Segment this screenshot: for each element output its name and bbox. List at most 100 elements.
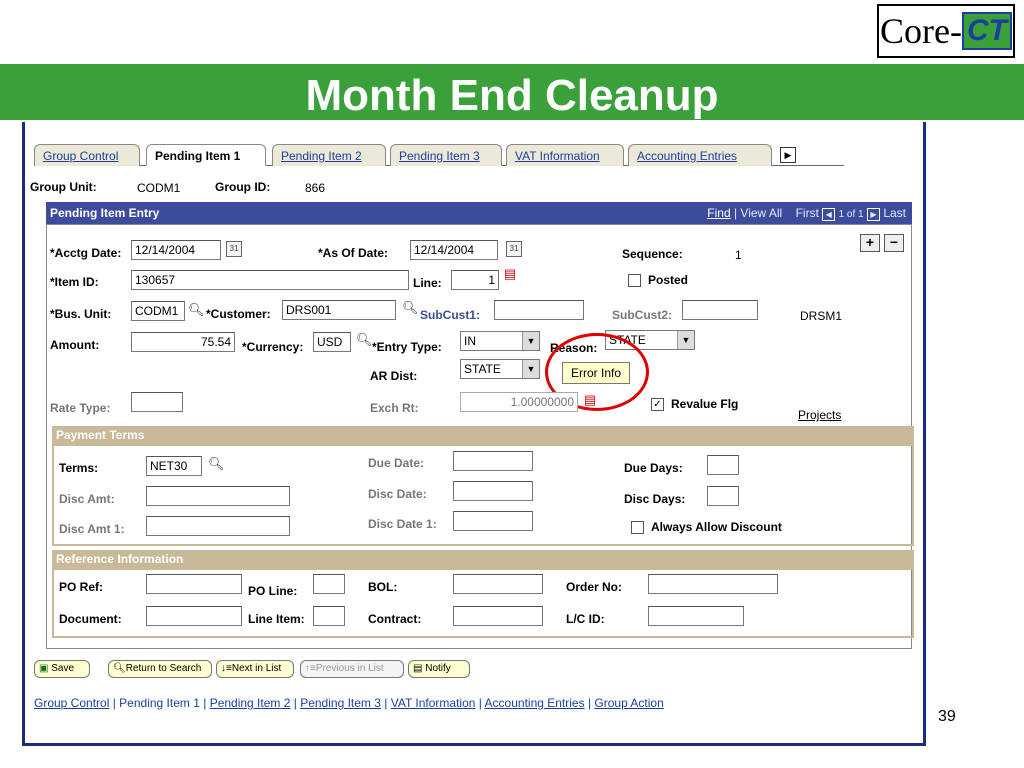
save-icon: ▣ xyxy=(39,663,49,674)
terms-lookup-icon[interactable]: 🔍︎ xyxy=(208,456,225,472)
disc-days-input[interactable] xyxy=(707,486,739,506)
po-line-label: PO Line: xyxy=(248,584,298,598)
footer-link-group-control[interactable]: Group Control xyxy=(34,696,109,710)
prev-arrow-icon[interactable]: ◀ xyxy=(822,208,836,221)
tab-pending-item-3[interactable]: Pending Item 3 xyxy=(390,144,502,166)
sequence-value: 1 xyxy=(735,248,742,262)
acctg-date-label: *Acctg Date: xyxy=(50,246,122,260)
lc-id-label: L/C ID: xyxy=(566,612,605,626)
projects-link[interactable]: Projects xyxy=(798,406,841,424)
rate-type-input[interactable] xyxy=(131,392,183,412)
line-label: Line: xyxy=(413,276,442,290)
acctg-date-calendar-icon[interactable]: 31 xyxy=(226,241,242,257)
disc-amt-input[interactable] xyxy=(146,486,290,506)
disc-days-label: Disc Days: xyxy=(624,492,686,506)
tab-pending-item-2[interactable]: Pending Item 2 xyxy=(272,144,386,166)
customer-input[interactable]: DRS001 xyxy=(282,300,396,320)
item-id-label: *Item ID: xyxy=(50,275,99,289)
order-no-input[interactable] xyxy=(648,574,778,594)
bus-unit-lookup-icon[interactable]: 🔍︎ xyxy=(188,302,205,318)
footer-link-accounting-entries[interactable]: Accounting Entries xyxy=(485,696,585,710)
revalue-label: Revalue Flg xyxy=(671,397,739,411)
document-label: Document: xyxy=(59,612,122,626)
item-id-input[interactable]: 130657 xyxy=(131,270,409,290)
pending-item-entry-header: Pending Item Entry Find | View All First… xyxy=(46,202,912,224)
last-label[interactable]: Last xyxy=(883,206,906,220)
notify-button[interactable]: ▤ Notify xyxy=(408,660,470,678)
tab-group-control[interactable]: Group Control xyxy=(34,144,140,166)
subcust2-label: SubCust2: xyxy=(612,308,672,322)
notify-icon: ▤ xyxy=(413,663,423,674)
save-button[interactable]: ▣ Save xyxy=(34,660,90,678)
disc-date-input[interactable] xyxy=(453,481,533,501)
line-input[interactable]: 1 xyxy=(451,270,499,290)
entry-type-select[interactable]: IN ▼ xyxy=(460,331,540,351)
currency-input[interactable]: USD xyxy=(313,332,351,352)
due-days-label: Due Days: xyxy=(624,461,683,475)
ar-dist-select[interactable]: STATE ▼ xyxy=(460,359,540,379)
line-detail-icon[interactable]: ▤ xyxy=(502,266,518,282)
bol-input[interactable] xyxy=(453,574,543,594)
document-input[interactable] xyxy=(146,606,242,626)
always-allow-checkbox[interactable] xyxy=(631,521,644,534)
logo-ct-text: CT xyxy=(961,12,1012,50)
footer-link-vat-information[interactable]: VAT Information xyxy=(391,696,476,710)
posted-label: Posted xyxy=(648,273,689,287)
as-of-date-calendar-icon[interactable]: 31 xyxy=(506,241,522,257)
due-date-label: Due Date: xyxy=(368,456,425,470)
tab-vat-information[interactable]: VAT Information xyxy=(506,144,624,166)
bus-unit-label: *Bus. Unit: xyxy=(50,307,112,321)
terms-input[interactable]: NET30 xyxy=(146,456,202,476)
disc-date1-input[interactable] xyxy=(453,511,533,531)
exch-rt-input: 1.00000000 xyxy=(460,392,578,412)
terms-label: Terms: xyxy=(59,461,99,475)
group-unit-label: Group Unit: xyxy=(30,180,97,194)
acctg-date-input[interactable]: 12/14/2004 xyxy=(131,240,221,260)
search-icon: 🔍︎ xyxy=(113,663,126,674)
add-row-button[interactable]: + xyxy=(860,234,880,252)
disc-amt-label: Disc Amt: xyxy=(59,492,115,506)
chevron-down-icon: ▼ xyxy=(522,360,539,378)
slide-title: Month End Cleanup xyxy=(305,71,719,120)
line-item-input[interactable] xyxy=(313,606,345,626)
tab-accounting-entries[interactable]: Accounting Entries xyxy=(628,144,772,166)
return-to-search-button[interactable]: 🔍︎Return to Search xyxy=(108,660,212,678)
customer-lookup-icon[interactable]: 🔍︎ xyxy=(402,300,419,316)
customer-label: *Customer: xyxy=(206,307,271,321)
payment-terms-header: Payment Terms xyxy=(52,426,914,444)
po-line-input[interactable] xyxy=(313,574,345,594)
as-of-date-input[interactable]: 12/14/2004 xyxy=(410,240,498,260)
exch-rate-detail-icon[interactable]: ▤ xyxy=(582,392,598,408)
logo-core-text: Core xyxy=(880,11,950,51)
next-arrow-icon[interactable]: ▶ xyxy=(866,208,880,221)
contract-input[interactable] xyxy=(453,606,543,626)
amount-input[interactable]: 75.54 xyxy=(131,332,235,352)
reference-info-header: Reference Information xyxy=(52,550,914,568)
as-of-date-label: *As Of Date: xyxy=(318,246,389,260)
bus-unit-input[interactable]: CODM1 xyxy=(131,301,185,321)
next-in-list-button[interactable]: ↓≡Next in List xyxy=(216,660,294,678)
pending-item-entry-title: Pending Item Entry xyxy=(50,206,160,220)
subcust2-input[interactable] xyxy=(682,300,758,320)
revalue-checkbox[interactable]: ✓ xyxy=(651,398,664,411)
po-ref-input[interactable] xyxy=(146,574,242,594)
footer-link-pending-item-2[interactable]: Pending Item 2 xyxy=(210,696,291,710)
due-days-input[interactable] xyxy=(707,455,739,475)
po-ref-label: PO Ref: xyxy=(59,580,104,594)
footer-link-group-action[interactable]: Group Action xyxy=(594,696,663,710)
lc-id-input[interactable] xyxy=(648,606,744,626)
footer-link-pending-item-3[interactable]: Pending Item 3 xyxy=(300,696,381,710)
subcust1-input[interactable] xyxy=(494,300,584,320)
remove-row-button[interactable]: − xyxy=(884,234,904,252)
tab-scroll-right-icon[interactable]: ▶ xyxy=(780,147,796,163)
logo-dash: - xyxy=(949,11,962,51)
due-date-input[interactable] xyxy=(453,451,533,471)
first-label[interactable]: First xyxy=(796,206,819,220)
currency-lookup-icon[interactable]: 🔍︎ xyxy=(356,332,373,348)
page-number: 39 xyxy=(938,708,956,725)
tab-pending-item-1[interactable]: Pending Item 1 xyxy=(146,144,266,166)
find-link[interactable]: Find xyxy=(707,206,730,220)
view-all-link[interactable]: View All xyxy=(740,206,782,220)
exch-rt-label: Exch Rt: xyxy=(370,401,419,415)
disc-amt1-input[interactable] xyxy=(146,516,290,536)
